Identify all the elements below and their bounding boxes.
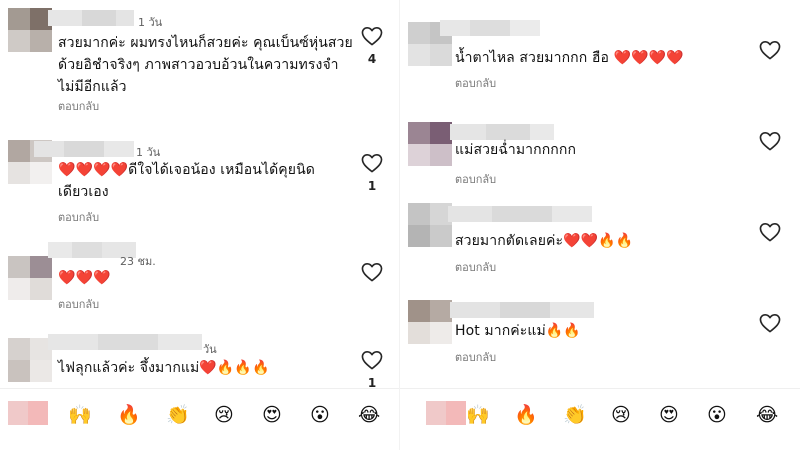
comment-text: ไฟลุกแล้วค่ะ จึ้งมากแม่❤️🔥🔥🔥 xyxy=(58,360,270,376)
crying-emoji-button[interactable]: 😢 xyxy=(214,403,234,427)
username-blurred[interactable] xyxy=(48,334,202,350)
heart-eyes-emoji-button[interactable]: 😍 xyxy=(659,403,679,427)
emoji-quick-bar: 🙌 🔥 👏 😢 😍 😮 😂 xyxy=(400,388,800,450)
comment-timestamp: 1 วัน xyxy=(138,16,163,29)
avatar[interactable] xyxy=(8,8,52,52)
heart-eyes-emoji-button[interactable]: 😍 xyxy=(262,403,282,427)
avatar[interactable] xyxy=(8,338,52,382)
reply-link[interactable]: ตอบกลับ xyxy=(58,97,99,115)
comment-text: ❤️❤️❤️ xyxy=(58,270,111,286)
clapping-emoji-button[interactable]: 👏 xyxy=(166,403,190,427)
username-blurred[interactable] xyxy=(48,10,134,26)
laughing-emoji-button[interactable]: 😂 xyxy=(358,403,380,427)
comment-text: สวยมากตัดเลยค่ะ❤️❤️🔥🔥 xyxy=(455,233,634,249)
reply-link[interactable]: ตอบกลับ xyxy=(58,295,99,313)
emoji-quick-bar: 🙌 🔥 👏 😢 😍 😮 😂 xyxy=(0,388,400,450)
heart-icon[interactable] xyxy=(759,222,781,242)
heart-icon[interactable] xyxy=(759,131,781,151)
current-user-avatar xyxy=(8,401,48,425)
comment-text: สวยมากค่ะ ผมทรงไหนก็สวยค่ะ คุณเบ็นซ์หุ่น… xyxy=(58,35,353,95)
username-blurred[interactable] xyxy=(448,206,592,222)
username-blurred[interactable] xyxy=(450,302,594,318)
current-user-avatar xyxy=(426,401,466,425)
fire-emoji-button[interactable]: 🔥 xyxy=(117,403,141,427)
comment-timestamp: วัน xyxy=(203,343,217,356)
surprised-emoji-button[interactable]: 😮 xyxy=(310,403,330,427)
fire-emoji-button[interactable]: 🔥 xyxy=(514,403,538,427)
username-blurred[interactable] xyxy=(34,141,134,157)
like-count: 1 xyxy=(367,179,377,193)
username-blurred[interactable] xyxy=(440,20,540,36)
like-count: 4 xyxy=(367,52,377,66)
avatar[interactable] xyxy=(408,300,452,344)
heart-icon[interactable] xyxy=(361,153,383,173)
comment-text: แม่สวยฉ่ำมากกกกก xyxy=(455,142,577,158)
reply-link[interactable]: ตอบกลับ xyxy=(58,208,99,226)
raised-hands-emoji-button[interactable]: 🙌 xyxy=(68,403,92,427)
laughing-emoji-button[interactable]: 😂 xyxy=(756,403,778,427)
crying-emoji-button[interactable]: 😢 xyxy=(611,403,631,427)
surprised-emoji-button[interactable]: 😮 xyxy=(707,403,727,427)
avatar[interactable] xyxy=(8,256,52,300)
reply-link[interactable]: ตอบกลับ xyxy=(455,258,496,276)
reply-link[interactable]: ตอบกลับ xyxy=(455,348,496,366)
comments-panel-right: น้ำตาไหล สวยมากกก ฮือ ❤️❤️❤️❤️ ตอบกลับ แ… xyxy=(400,0,800,450)
clapping-emoji-button[interactable]: 👏 xyxy=(563,403,587,427)
comment-text: น้ำตาไหล สวยมากกก ฮือ ❤️❤️❤️❤️ xyxy=(455,50,684,66)
comment-text: ❤️❤️❤️❤️ดีใจได้เจอน้อง เหมือนได้คุยนิด เ… xyxy=(58,162,315,200)
heart-icon[interactable] xyxy=(759,313,781,333)
reply-link[interactable]: ตอบกลับ xyxy=(455,170,496,188)
reply-link[interactable]: ตอบกลับ xyxy=(455,74,496,92)
comment-text: Hot มากค่ะแม่🔥🔥 xyxy=(455,323,581,339)
comments-panel-left: 1 วัน สวยมากค่ะ ผมทรงไหนก็สวยค่ะ คุณเบ็น… xyxy=(0,0,400,450)
username-blurred[interactable] xyxy=(450,124,554,140)
avatar[interactable] xyxy=(408,203,452,247)
heart-icon[interactable] xyxy=(361,350,383,370)
raised-hands-emoji-button[interactable]: 🙌 xyxy=(466,403,490,427)
heart-icon[interactable] xyxy=(361,26,383,46)
avatar[interactable] xyxy=(408,122,452,166)
heart-icon[interactable] xyxy=(361,262,383,282)
heart-icon[interactable] xyxy=(759,40,781,60)
